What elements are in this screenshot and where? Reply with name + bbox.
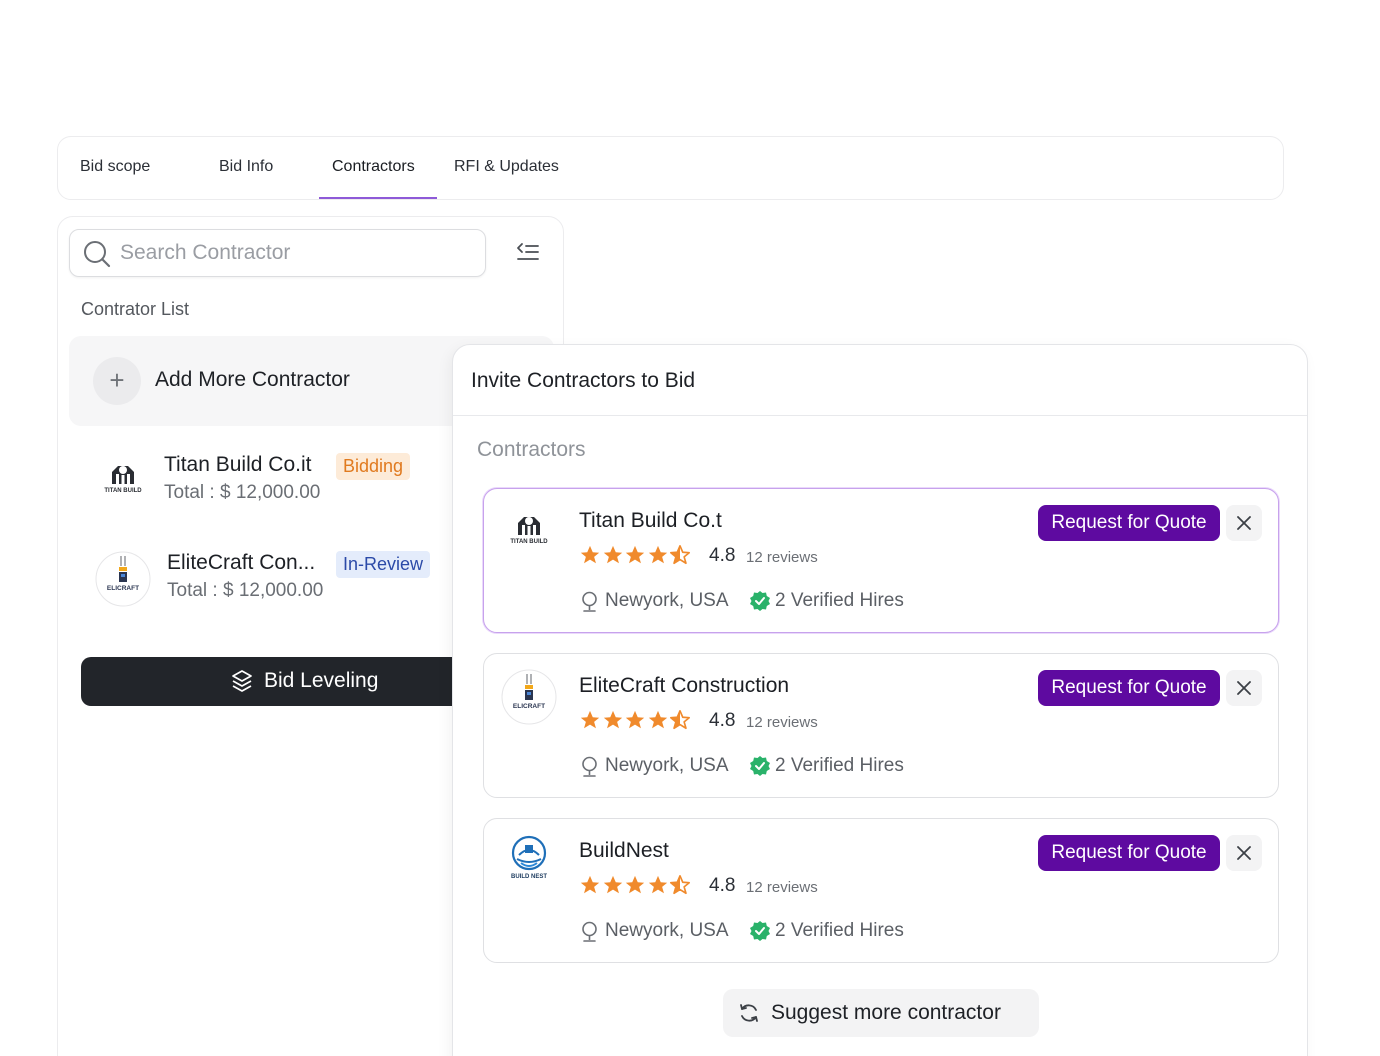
tab-bid-info[interactable]: Bid Info [219, 137, 273, 199]
verified-hires: 2 Verified Hires [775, 920, 904, 941]
elitecraft-logo: ELICRAFT [501, 669, 557, 725]
star-half-icon [670, 545, 690, 565]
verified-badge-icon [750, 591, 770, 611]
close-icon [1237, 846, 1251, 860]
search-box [69, 229, 486, 277]
verified-hires: 2 Verified Hires [775, 590, 904, 611]
star-icon [625, 710, 645, 729]
review-count: 12 reviews [746, 879, 818, 896]
svg-text:ELICRAFT: ELICRAFT [513, 703, 545, 710]
star-icon [580, 545, 600, 564]
tab-contractors[interactable]: Contractors [332, 137, 415, 199]
contractor-name: BuildNest [579, 839, 669, 862]
verified-badge-icon [750, 756, 770, 776]
star-rating [579, 544, 692, 568]
contractor-list-item[interactable]: ELICRAFT EliteCraft Con... In-Review Tot… [94, 544, 514, 614]
star-half-icon [670, 875, 690, 895]
layers-icon [232, 670, 252, 692]
active-tab-indicator [319, 197, 437, 199]
plus-icon: + [93, 357, 141, 405]
suggest-more-button[interactable]: Suggest more contractor [723, 989, 1039, 1037]
review-count: 12 reviews [746, 549, 818, 566]
tab-rfi-updates[interactable]: RFI & Updates [454, 137, 559, 199]
contractor-location: Newyork, USA [605, 920, 729, 941]
contractor-card[interactable]: ELICRAFT EliteCraft Construction 4.8 12 … [483, 653, 1279, 798]
svg-text:TITAN BUILD: TITAN BUILD [104, 488, 142, 494]
svg-text:BUILD NEST: BUILD NEST [511, 874, 547, 880]
collapse-sidebar-icon[interactable] [516, 241, 540, 263]
contractor-name: EliteCraft Construction [579, 674, 790, 697]
star-icon [580, 875, 600, 894]
contractor-name: EliteCraft Con... [167, 551, 316, 574]
contractor-location: Newyork, USA [605, 590, 729, 611]
close-icon [1237, 516, 1251, 530]
svg-text:TITAN BUILD: TITAN BUILD [510, 539, 548, 545]
panel-title: Invite Contractors to Bid [471, 369, 696, 392]
tab-bar: Bid scope Bid Info Contractors RFI & Upd… [57, 136, 1284, 200]
status-badge: Bidding [336, 453, 411, 480]
contractor-card[interactable]: BUILD NEST BuildNest 4.8 12 reviews Newy… [483, 818, 1279, 963]
rating-value: 4.8 [709, 875, 736, 896]
contractor-list-title: Contrator List [81, 299, 190, 319]
contractor-list-item[interactable]: TITAN BUILD Titan Build Co.it Bidding To… [94, 446, 514, 516]
contractor-total: Total : $ 12,000.00 [164, 482, 321, 503]
search-icon [84, 241, 111, 268]
star-icon [603, 875, 622, 894]
section-title: Contractors [477, 438, 586, 461]
star-icon [648, 710, 667, 729]
divider [453, 415, 1307, 416]
location-pin-icon [582, 921, 597, 942]
remove-button[interactable] [1226, 505, 1262, 541]
star-icon [648, 875, 667, 894]
elitecraft-logo: ELICRAFT [95, 551, 151, 607]
star-icon [603, 545, 622, 564]
search-input[interactable] [120, 236, 470, 270]
svg-text:ELICRAFT: ELICRAFT [107, 585, 139, 592]
add-contractor-label: Add More Contractor [155, 368, 350, 391]
suggest-more-label: Suggest more contractor [771, 1001, 1001, 1024]
rating-value: 4.8 [709, 545, 736, 566]
star-rating [579, 709, 692, 733]
location-pin-icon [582, 756, 597, 777]
contractor-card[interactable]: TITAN BUILD Titan Build Co.t 4.8 12 revi… [483, 488, 1279, 633]
remove-button[interactable] [1226, 835, 1262, 871]
bid-leveling-button[interactable]: Bid Leveling [81, 657, 481, 706]
star-rating [579, 874, 692, 898]
star-icon [625, 545, 645, 564]
star-icon [648, 545, 667, 564]
contractor-location: Newyork, USA [605, 755, 729, 776]
review-count: 12 reviews [746, 714, 818, 731]
request-quote-button[interactable]: Request for Quote [1038, 835, 1220, 871]
status-badge: In-Review [336, 551, 431, 578]
contractor-name: Titan Build Co.t [579, 509, 722, 532]
request-quote-button[interactable]: Request for Quote [1038, 670, 1220, 706]
verified-hires: 2 Verified Hires [775, 755, 904, 776]
rating-value: 4.8 [709, 710, 736, 731]
verified-badge-icon [750, 921, 770, 941]
bid-leveling-label: Bid Leveling [264, 669, 379, 692]
contractor-total: Total : $ 12,000.00 [167, 580, 324, 601]
titan-build-logo: TITAN BUILD [104, 466, 142, 494]
invite-contractors-panel: Invite Contractors to Bid Contractors TI… [452, 344, 1308, 1056]
star-icon [580, 710, 600, 729]
star-icon [625, 875, 645, 894]
close-icon [1237, 681, 1251, 695]
request-quote-button[interactable]: Request for Quote [1038, 505, 1220, 541]
contractor-name: Titan Build Co.it [164, 453, 312, 476]
location-pin-icon [582, 591, 597, 612]
star-icon [603, 710, 622, 729]
star-half-icon [670, 710, 690, 730]
tab-bid-scope[interactable]: Bid scope [80, 137, 150, 199]
titan-build-logo: TITAN BUILD [510, 517, 548, 545]
refresh-icon [740, 1004, 758, 1022]
remove-button[interactable] [1226, 670, 1262, 706]
buildnest-logo: BUILD NEST [511, 835, 547, 880]
